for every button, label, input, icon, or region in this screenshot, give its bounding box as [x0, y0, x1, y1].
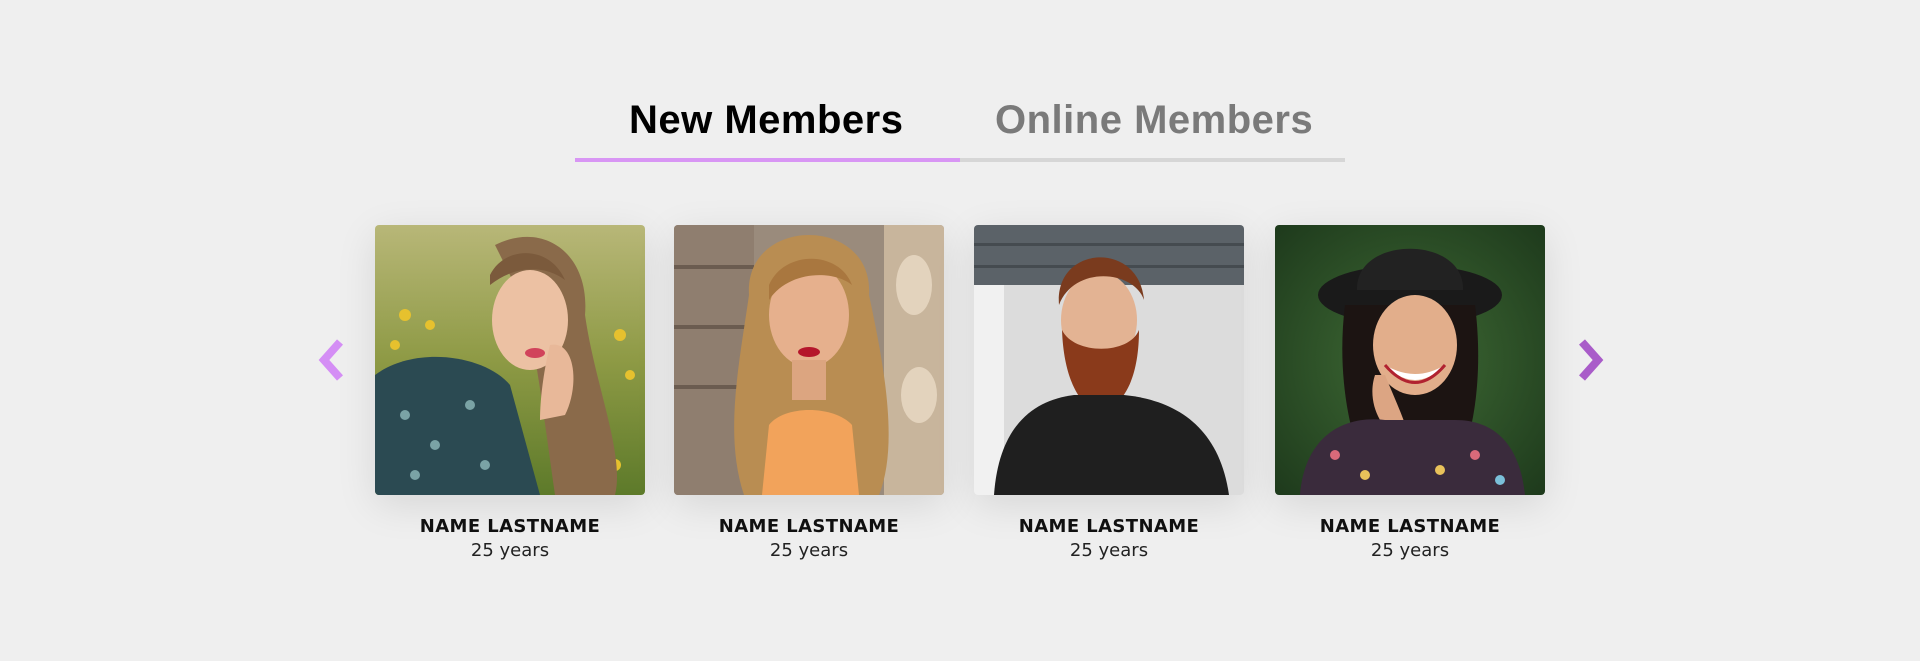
- tab-new-members[interactable]: New Members: [629, 92, 903, 148]
- member-photo[interactable]: [1275, 225, 1545, 495]
- members-section: New Members Online Members NAME LASTNAME…: [0, 0, 1920, 661]
- tab-online-members[interactable]: Online Members: [995, 92, 1313, 148]
- carousel-next-button[interactable]: [1570, 336, 1610, 384]
- member-age: 25 years: [1370, 540, 1450, 561]
- active-tab-indicator: [575, 158, 960, 162]
- member-card[interactable]: NAME LASTNAME 25 years: [375, 225, 645, 563]
- member-age: 25 years: [470, 540, 550, 561]
- member-age: 25 years: [769, 540, 849, 561]
- chevron-left-icon: [318, 339, 343, 381]
- member-card[interactable]: NAME LASTNAME 25 years: [674, 225, 944, 563]
- member-photo[interactable]: [974, 225, 1244, 495]
- member-name[interactable]: NAME LASTNAME: [674, 515, 944, 539]
- member-age: 25 years: [1069, 540, 1149, 561]
- member-name[interactable]: NAME LASTNAME: [375, 515, 645, 539]
- member-card[interactable]: NAME LASTNAME 25 years: [974, 225, 1244, 563]
- member-tabs: New Members Online Members: [575, 92, 1345, 164]
- member-name[interactable]: NAME LASTNAME: [974, 515, 1244, 539]
- chevron-right-icon: [1579, 339, 1604, 381]
- member-photo[interactable]: [375, 225, 645, 495]
- member-name[interactable]: NAME LASTNAME: [1275, 515, 1545, 539]
- member-photo[interactable]: [674, 225, 944, 495]
- carousel-prev-button[interactable]: [312, 336, 352, 384]
- member-card[interactable]: NAME LASTNAME 25 years: [1275, 225, 1545, 563]
